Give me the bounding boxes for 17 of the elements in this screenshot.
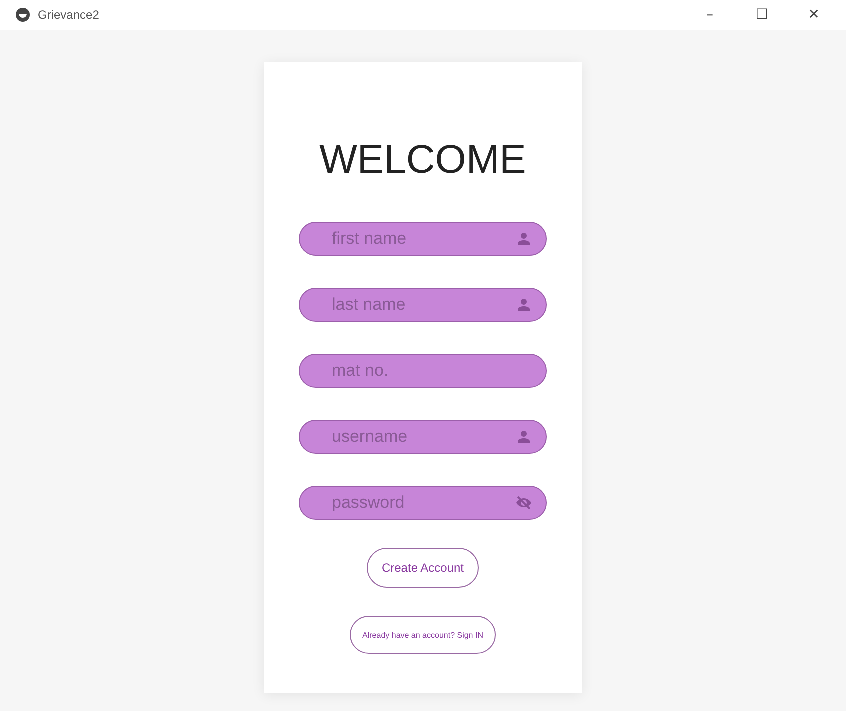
input-field[interactable]: first name (299, 222, 547, 256)
sign-in-button[interactable]: Already have an account? Sign IN (350, 616, 496, 654)
input-field[interactable]: password (299, 486, 547, 520)
input-field[interactable]: mat no. (299, 354, 547, 388)
input-field[interactable]: last name (299, 288, 547, 322)
welcome-heading: WELCOME (320, 137, 526, 184)
window-title: Grievance2 (38, 8, 100, 22)
person-icon (515, 296, 533, 314)
minimize-button[interactable]: – (688, 1, 732, 29)
close-button[interactable]: ✕ (792, 1, 836, 29)
eye-off-icon[interactable] (515, 494, 533, 512)
input-field[interactable]: username (299, 420, 547, 454)
app-icon (16, 8, 30, 22)
maximize-button[interactable]: ☐ (740, 1, 784, 29)
create-account-button[interactable]: Create Account (366, 548, 480, 588)
person-icon (515, 230, 533, 248)
person-icon (515, 428, 533, 446)
